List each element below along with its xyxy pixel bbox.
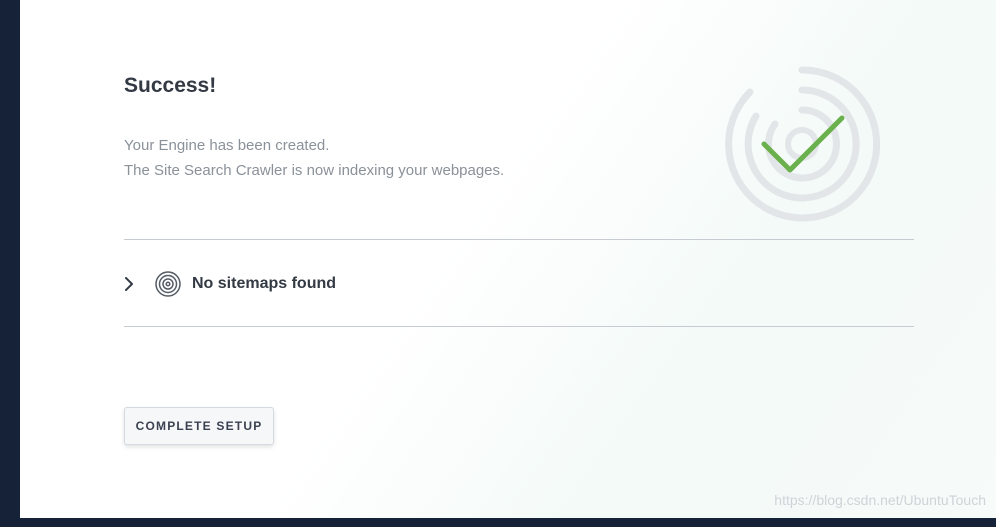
sitemaps-section: No sitemaps found bbox=[124, 268, 336, 300]
watermark: https://blog.csdn.net/UbuntuTouch bbox=[774, 492, 986, 508]
fingerprint-icon bbox=[155, 271, 181, 297]
success-checkmark-icon bbox=[725, 66, 881, 222]
engine-created-message: Your Engine has been created. bbox=[124, 137, 330, 154]
success-panel: Success! Your Engine has been created. T… bbox=[20, 0, 996, 518]
crawler-indexing-message: The Site Search Crawler is now indexing … bbox=[124, 162, 505, 179]
complete-setup-button[interactable]: COMPLETE SETUP bbox=[124, 407, 274, 445]
page-title: Success! bbox=[124, 74, 217, 97]
divider-top bbox=[124, 239, 914, 240]
sitemaps-label: No sitemaps found bbox=[192, 275, 337, 292]
chevron-right-icon[interactable] bbox=[124, 274, 138, 294]
divider-bottom bbox=[124, 326, 914, 327]
